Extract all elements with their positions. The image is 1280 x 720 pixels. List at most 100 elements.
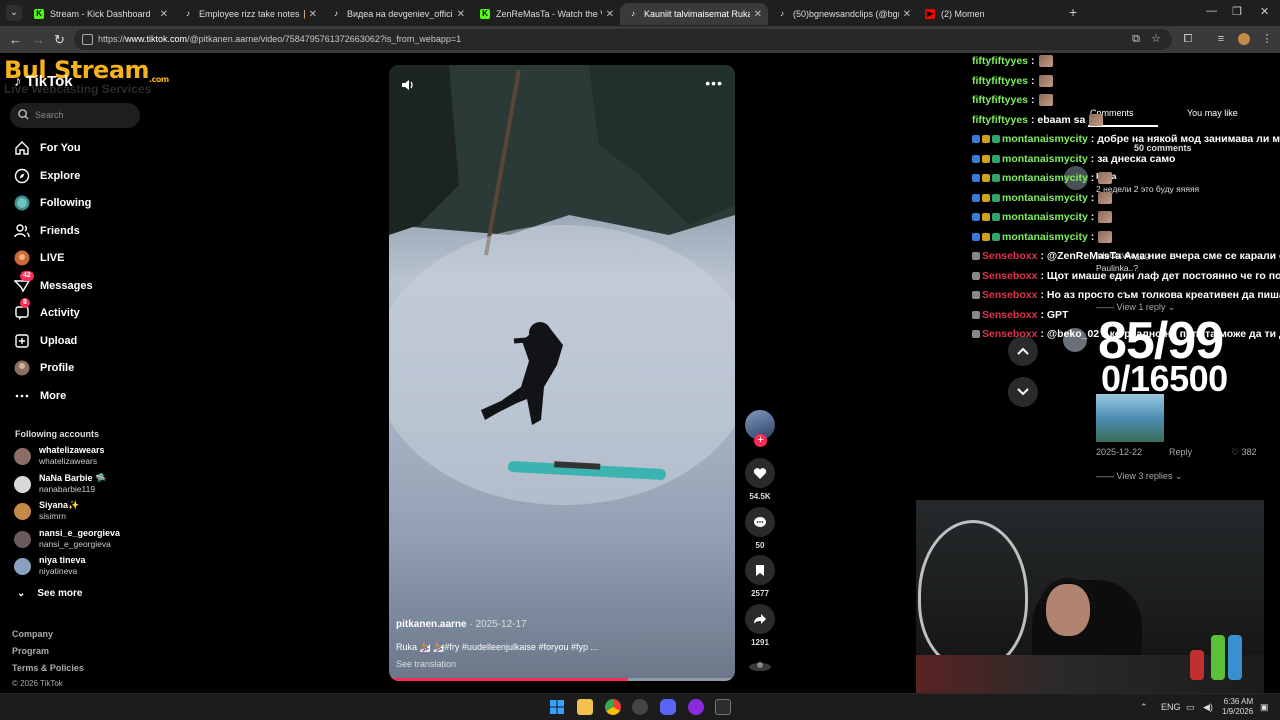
install-app-icon[interactable]: ⧉: [1130, 33, 1142, 45]
extensions-icon[interactable]: ⧠: [1182, 33, 1194, 45]
chat-badge-icon: [992, 135, 1000, 143]
close-tab-icon[interactable]: ✕: [903, 9, 911, 20]
bottle: [1228, 635, 1242, 680]
app-icon[interactable]: [688, 699, 704, 715]
like-button[interactable]: 54.5K: [745, 458, 775, 501]
see-translation-link[interactable]: See translation: [396, 659, 456, 669]
chat-username: montanaismycity: [1002, 152, 1088, 165]
close-tab-icon[interactable]: ✕: [309, 9, 317, 20]
comment-image[interactable]: [1096, 394, 1164, 442]
forward-button[interactable]: →: [32, 32, 45, 47]
clock[interactable]: 6:36 AM 1/9/2026: [1222, 697, 1253, 717]
language-indicator[interactable]: ENG: [1161, 702, 1181, 712]
volume-tray-icon[interactable]: ◀): [1203, 702, 1213, 713]
sidebar-item-explore[interactable]: Explore: [14, 166, 80, 186]
browser-tab[interactable]: K Stream - Kick Dashboard ✕: [26, 3, 174, 25]
notifications-icon[interactable]: ▣: [1260, 702, 1269, 713]
footer-terms[interactable]: Terms & Policies: [12, 663, 84, 673]
notification-badge: 42: [20, 270, 34, 281]
video-author[interactable]: pitkanen.aarne · 2025-12-17: [396, 619, 527, 630]
video-caption[interactable]: Ruka 🏂 🏂#fry #uudelleenjulkaise #foryou …: [396, 642, 598, 653]
close-tab-icon[interactable]: ✕: [754, 9, 762, 20]
music-disc-icon[interactable]: [748, 658, 772, 672]
profile-avatar-icon[interactable]: [1238, 33, 1250, 45]
share-icon: [754, 614, 766, 624]
sidebar-item-for-you[interactable]: For You: [14, 138, 81, 158]
comment-button[interactable]: 50: [745, 507, 775, 550]
close-window-icon[interactable]: ✕: [1260, 5, 1269, 18]
upload-icon: [14, 333, 30, 349]
reload-button[interactable]: ↻: [54, 32, 65, 48]
profile-icon: [14, 360, 30, 376]
sidebar-item-following[interactable]: Following: [14, 193, 91, 213]
discord-icon[interactable]: [660, 699, 676, 715]
activity-icon: 8: [14, 298, 30, 321]
minimize-icon[interactable]: —: [1206, 5, 1217, 17]
footer-program[interactable]: Program: [12, 646, 49, 656]
tray-expand-icon[interactable]: ⌃: [1140, 702, 1148, 713]
video-progress-bar[interactable]: [389, 678, 735, 681]
close-tab-icon[interactable]: ✕: [160, 9, 168, 20]
tab-title: (2) Momen: [941, 9, 985, 19]
tab-title: Видеа на devgeniev_official (@: [347, 9, 453, 19]
sidebar-item-messages[interactable]: 42 Messages: [14, 270, 93, 296]
footer-company[interactable]: Company: [12, 629, 53, 639]
browser-tab[interactable]: ▶ (2) Momen: [917, 3, 1065, 25]
view-replies-link[interactable]: —— View 3 replies ⌄: [1096, 471, 1182, 482]
windows-start-icon[interactable]: [549, 699, 565, 715]
chat-badge-icon: [972, 252, 980, 260]
tiktok-logo[interactable]: ♪ TikTok: [14, 73, 73, 90]
chat-text: :: [1090, 211, 1095, 223]
next-video-button[interactable]: [1008, 377, 1038, 407]
video-options-icon[interactable]: •••: [705, 75, 723, 91]
sidebar-item-label: Explore: [40, 169, 81, 182]
media-controls-icon[interactable]: ≡: [1215, 33, 1227, 45]
browser-tab[interactable]: K ZenReMasTa - Watch the VOD ✕: [472, 3, 620, 25]
volume-icon[interactable]: [401, 78, 415, 92]
new-tab-button[interactable]: +: [1069, 4, 1077, 20]
share-button[interactable]: 1291: [745, 604, 775, 647]
search-input[interactable]: Search: [10, 103, 140, 128]
chat-badge-icon: [982, 232, 990, 241]
back-button[interactable]: ←: [9, 32, 22, 47]
comment-reply-link[interactable]: Reply: [1169, 447, 1192, 457]
more-icon: [14, 388, 30, 404]
follow-plus-icon[interactable]: +: [754, 434, 767, 447]
site-info-icon[interactable]: [82, 34, 93, 45]
browser-menu-icon[interactable]: ⋮: [1261, 33, 1273, 45]
can: [1190, 650, 1204, 680]
comment-like-button[interactable]: ♡ 382: [1231, 447, 1257, 458]
chat-badge-icon: [972, 232, 980, 241]
chrome-icon[interactable]: [605, 699, 621, 715]
network-icon[interactable]: ▭: [1186, 702, 1195, 713]
tab-title: Employee rizz take notes 📋 #a: [199, 8, 305, 19]
see-more-button[interactable]: ⌄ See more: [17, 588, 82, 599]
address-bar[interactable]: https://www.tiktok.com/@pitkanen.aarne/v…: [74, 29, 1172, 50]
terminal-icon[interactable]: [715, 699, 731, 715]
sidebar-item-profile[interactable]: Profile: [14, 358, 74, 378]
chat-username: Senseboxx: [982, 328, 1038, 340]
video-player[interactable]: ••• pitkanen.aarne · 2025-12-17 Ruka 🏂 🏂…: [389, 65, 735, 681]
footer-copyright: © 2026 TikTok: [12, 679, 63, 688]
browser-tab[interactable]: ♪ Employee rizz take notes 📋 #a ✕: [175, 3, 323, 25]
maximize-icon[interactable]: ❐: [1232, 5, 1242, 18]
account-handle: nansi_e_georgieva: [39, 538, 111, 549]
tab-title: Kauniit talvimaisemat Ruka❄️❄️: [644, 8, 750, 19]
browser-tab[interactable]: ♪ (50)bgnewsandclips (@bgnew ✕: [769, 3, 917, 25]
close-tab-icon[interactable]: ✕: [606, 9, 614, 20]
close-tab-icon[interactable]: ✕: [457, 9, 465, 20]
sidebar-item-live[interactable]: LIVE: [14, 248, 64, 268]
chat-badge-icon: [972, 135, 980, 143]
obs-icon[interactable]: [632, 699, 648, 715]
browser-tab[interactable]: ♪ Kauniit talvimaisemat Ruka❄️❄️ ✕: [620, 3, 768, 25]
file-explorer-icon[interactable]: [577, 699, 593, 715]
browser-tab[interactable]: ♪ Видеа на devgeniev_official (@ ✕: [323, 3, 471, 25]
bookmark-star-icon[interactable]: ☆: [1150, 33, 1162, 45]
sidebar-item-friends[interactable]: Friends: [14, 221, 80, 241]
stream-counter-secondary: 0/16500: [1101, 358, 1228, 399]
sidebar-item-more[interactable]: More: [14, 386, 66, 406]
save-button[interactable]: 2577: [745, 555, 775, 598]
sidebar-item-activity[interactable]: 8 Activity: [14, 298, 80, 323]
sidebar-item-upload[interactable]: Upload: [14, 331, 77, 351]
tab-search-button[interactable]: ⌄: [6, 5, 22, 21]
